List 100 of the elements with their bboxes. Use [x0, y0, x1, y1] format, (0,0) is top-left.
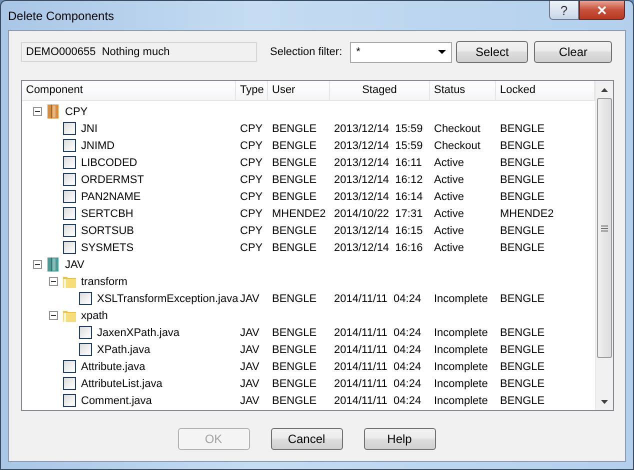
table-cell-text: BENGLE [271, 224, 318, 236]
table-cell-text: JAV [239, 378, 260, 390]
table-cell-text: Active [433, 190, 465, 202]
checkbox[interactable] [62, 224, 76, 237]
table-cell-text: BENGLE [499, 292, 546, 304]
table-cell-text: Incomplete [433, 326, 489, 338]
table-cell-text: Checkout [433, 122, 482, 134]
table-cell-text: BENGLE [271, 292, 318, 304]
table-cell-text: BENGLE [271, 360, 318, 372]
table-cell-text: 2014/10/22 17:31 [333, 208, 424, 220]
column-header[interactable]: Status [430, 81, 496, 100]
table-cell-text: BENGLE [499, 242, 546, 254]
help-button[interactable]: ? [549, 1, 579, 20]
column-header[interactable]: Component [22, 81, 236, 100]
folder-icon [62, 310, 76, 322]
cancel-button[interactable]: Cancel [270, 428, 342, 450]
component-name: AttributeList.java [80, 378, 162, 390]
component-name: PAN2NAME [80, 190, 141, 202]
scroll-up-icon[interactable] [601, 88, 608, 92]
close-button[interactable]: ✕ [579, 1, 625, 20]
table-cell-text: JAV [239, 360, 260, 372]
grip-icon [601, 224, 608, 232]
column-header[interactable]: Type [236, 81, 268, 100]
checkbox[interactable] [62, 173, 76, 186]
checkbox[interactable] [78, 326, 92, 339]
component-name: XSLTransformException.java [96, 292, 238, 304]
library-name: CPY [64, 106, 88, 118]
table-cell-text: 2014/11/11 04:24 [333, 394, 422, 406]
column-header[interactable]: Staged [330, 81, 430, 100]
table-cell-text: BENGLE [271, 344, 318, 356]
checkbox[interactable] [62, 394, 76, 407]
table-cell-text: BENGLE [499, 190, 546, 202]
select-button[interactable]: Select [456, 41, 528, 63]
checkbox[interactable] [62, 377, 76, 390]
checkbox[interactable] [78, 292, 92, 305]
table-cell-text: BENGLE [499, 156, 546, 168]
table-cell-text: Active [433, 242, 465, 254]
table-cell-text: Active [433, 174, 465, 186]
table-cell-text: CPY [239, 190, 264, 202]
component-name: XPath.java [96, 344, 150, 356]
checkbox[interactable] [62, 360, 76, 373]
scrollbar-thumb[interactable] [597, 98, 612, 358]
table-cell-text: MHENDE2 [499, 208, 555, 220]
component-name: Attribute.java [80, 360, 146, 372]
table-cell-text: 2014/11/11 04:24 [333, 344, 422, 356]
table-cell-text: Incomplete [433, 360, 489, 372]
table-cell-text: 2013/12/14 16:12 [333, 174, 424, 186]
column-header[interactable]: User [268, 81, 330, 100]
table-cell-text: BENGLE [499, 174, 546, 186]
library-name: JAV [64, 258, 84, 270]
table-cell-text: 2014/11/11 04:24 [333, 378, 422, 390]
component-name: SERTCBH [80, 208, 134, 220]
folder-name: transform [80, 276, 128, 288]
table-cell-text: CPY [239, 140, 264, 152]
table-cell-text: BENGLE [271, 378, 318, 390]
checkbox[interactable] [78, 343, 92, 356]
table-cell-text: 2013/12/14 15:59 [333, 122, 424, 134]
table-cell-text: Incomplete [433, 394, 489, 406]
table-cell-text: BENGLE [499, 394, 546, 406]
component-name: LIBCODED [80, 156, 138, 168]
component-name: SYSMETS [80, 242, 134, 254]
component-name: JNIMD [80, 140, 115, 152]
checkbox[interactable] [62, 156, 76, 169]
table-cell-text: BENGLE [499, 378, 546, 390]
table-cell-text: Incomplete [433, 378, 489, 390]
collapse-toggle[interactable] [32, 260, 42, 269]
table-cell-text: JAV [239, 326, 260, 338]
component-name: ORDERMST [80, 174, 144, 186]
collapse-toggle[interactable] [48, 311, 58, 320]
table-cell-text: 2013/12/14 16:16 [333, 242, 424, 254]
checkbox[interactable] [62, 139, 76, 152]
table-cell-text: BENGLE [271, 242, 318, 254]
collapse-toggle[interactable] [32, 107, 42, 116]
checkbox[interactable] [62, 241, 76, 254]
checkbox[interactable] [62, 207, 76, 220]
table-cell-text: BENGLE [271, 122, 318, 134]
scroll-down-icon[interactable] [601, 400, 608, 404]
table-cell-text: BENGLE [271, 174, 318, 186]
folder-name: xpath [80, 310, 108, 322]
selection-filter-dropdown[interactable]: * [350, 42, 452, 62]
table-cell-text: Active [433, 156, 465, 168]
checkbox[interactable] [62, 190, 76, 203]
checkbox[interactable] [62, 122, 76, 135]
table-cell-text: 2014/11/11 04:24 [333, 292, 422, 304]
clear-button[interactable]: Clear [534, 41, 612, 63]
component-name: Comment.java [80, 394, 152, 406]
table-cell-text: CPY [239, 174, 264, 186]
help-button[interactable]: Help [364, 428, 436, 450]
table-cell-text: CPY [239, 122, 264, 134]
table-cell-text: BENGLE [271, 156, 318, 168]
table-cell-text: CPY [239, 242, 264, 254]
table-cell-text: JAV [239, 344, 260, 356]
table-cell-text: BENGLE [271, 326, 318, 338]
table-cell-text: 2013/12/14 15:59 [333, 140, 424, 152]
table-cell-text: Active [433, 224, 465, 236]
table-cell-text: MHENDE2 [271, 208, 327, 220]
collapse-toggle[interactable] [48, 277, 58, 286]
table-cell-text: JAV [239, 394, 260, 406]
filter-label: Selection filter: [270, 46, 342, 58]
table-cell-text: CPY [239, 156, 264, 168]
